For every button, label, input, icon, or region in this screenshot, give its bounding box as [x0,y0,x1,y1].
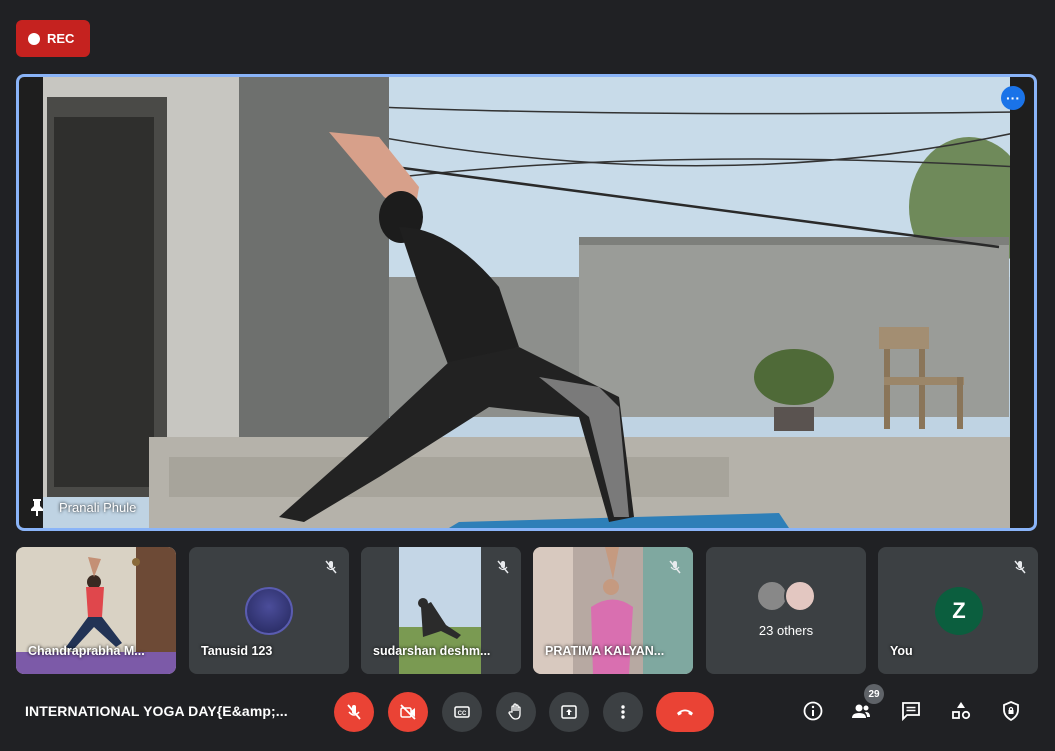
others-count-label: 23 others [758,623,814,638]
self-tile[interactable]: Z You [878,547,1038,674]
camera-toggle-button[interactable] [388,692,428,732]
main-speaker-tile[interactable]: ··· Pranali Phule [16,74,1037,531]
participant-name: You [890,644,913,658]
participant-count-badge: 29 [864,684,884,704]
participant-strip: Chandraprabha M... Tanusid 123 sudarshan… [16,547,1039,674]
people-icon [852,704,870,718]
present-icon [561,705,577,719]
more-vert-icon [621,705,625,719]
chat-button[interactable] [896,696,926,726]
mic-off-icon [1014,560,1026,574]
info-icon [803,701,823,721]
present-screen-button[interactable] [549,692,589,732]
captions-icon: CC [454,706,470,718]
more-options-icon[interactable]: ··· [1001,86,1025,110]
record-dot-icon [28,32,40,45]
avatar [245,587,293,635]
others-avatars [756,580,822,614]
meeting-details-button[interactable] [798,696,828,726]
captions-button[interactable]: CC [442,692,482,732]
activities-button[interactable] [946,696,976,726]
more-options-button[interactable] [603,692,643,732]
participant-tile[interactable]: Tanusid 123 [189,547,349,674]
meeting-title: INTERNATIONAL YOGA DAY{E&amp;... [25,703,288,719]
participant-name: sudarshan deshm... [373,644,491,658]
mic-off-icon [347,704,361,720]
recording-indicator: REC [16,20,90,57]
host-controls-button[interactable] [996,696,1026,726]
hand-icon [508,703,521,720]
raise-hand-button[interactable] [496,692,536,732]
participant-name: PRATIMA KALYAN... [545,644,665,658]
main-speaker-name: Pranali Phule [59,499,137,515]
participant-tile[interactable]: Chandraprabha M... [16,547,176,674]
avatar: Z [935,587,983,635]
activities-icon [952,702,971,720]
mic-off-icon [669,560,681,574]
mic-toggle-button[interactable] [334,692,374,732]
main-video-feed [19,77,1034,528]
leave-call-button[interactable] [656,692,714,732]
others-tile[interactable]: 23 others [706,547,866,674]
recording-label: REC [47,31,75,46]
participant-tile[interactable]: PRATIMA KALYAN... [533,547,693,674]
participant-tile[interactable]: sudarshan deshm... [361,547,521,674]
mic-off-icon [325,560,337,574]
participant-name: Tanusid 123 [201,644,273,658]
avatar [784,580,816,612]
phone-hangup-icon [677,709,693,716]
mic-off-icon [497,560,509,574]
chat-icon [902,702,920,722]
participant-name: Chandraprabha M... [28,644,145,658]
main-speaker-label: Pranali Phule [29,498,136,516]
svg-text:CC: CC [458,711,467,717]
control-bar: INTERNATIONAL YOGA DAY{E&amp;... CC [0,686,1055,738]
camera-off-icon [400,704,416,720]
shield-lock-icon [1003,701,1019,722]
pin-icon[interactable] [29,498,45,516]
